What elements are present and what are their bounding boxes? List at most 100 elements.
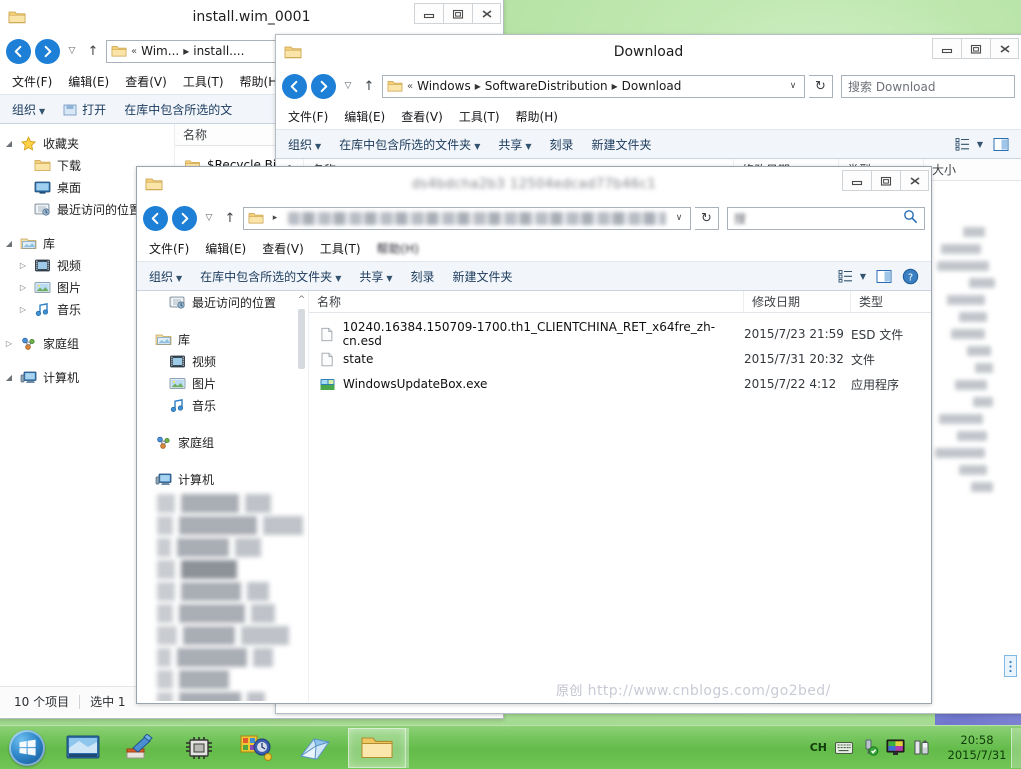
maximize-icon[interactable] [871,170,900,191]
window2-search-input[interactable]: 搜索 Download [841,74,1015,98]
taskbar-item-notes[interactable] [286,728,344,768]
maximize-icon[interactable] [961,38,990,59]
refresh-button[interactable]: ↻ [695,206,719,230]
forward-button[interactable] [311,73,336,99]
nav-item-0[interactable]: 最近访问的位置 [137,291,308,313]
nav-item-blurred[interactable] [157,648,308,667]
recent-locations-icon[interactable]: ▽ [201,207,217,229]
preview-pane-icon[interactable] [876,269,892,284]
twisty-icon[interactable]: ◢ [4,139,14,148]
taskbar[interactable]: CH 20:58 2015/7/31 [0,725,1021,769]
up-button[interactable]: ↑ [84,40,102,62]
window3-column-header[interactable]: 名称 修改日期 类型 [309,291,931,313]
window3-nav-pane[interactable]: 最近访问的位置库视频 图片 音乐 家庭组 计算机 ^ [137,291,309,701]
table-row[interactable]: 10240.16384.150709-1700.th1_CLIENTCHINA_… [309,320,931,348]
share-button[interactable]: 共享 ▼ [498,136,531,153]
nav-item-1[interactable]: 库 [137,328,308,350]
refresh-button[interactable]: ↻ [809,74,833,98]
address-dropdown-icon[interactable]: ∨ [786,81,800,91]
nav-item-0[interactable]: ◢ 收藏夹 [0,132,174,154]
taskbar-clock[interactable]: 20:58 2015/7/31 [937,733,1011,763]
window3-menubar[interactable]: 文件(F) 编辑(E) 查看(V) 工具(T) 帮助(H) [137,235,931,261]
tray-ime[interactable]: CH [810,741,827,754]
help-icon[interactable]: ? [902,268,919,285]
nav-item-4[interactable]: 音乐 [137,394,308,416]
nav-item-blurred[interactable] [157,626,308,645]
keyboard-icon[interactable] [834,739,853,756]
view-options-button[interactable]: ▼ [955,137,983,151]
show-desktop-button[interactable] [1011,727,1021,768]
menu-help[interactable]: 帮助(H) [377,240,419,257]
menu-edit[interactable]: 编辑(E) [205,240,246,257]
taskbar-item-explorer[interactable] [348,727,406,768]
file-name-cell[interactable]: 10240.16384.150709-1700.th1_CLIENTCHINA_… [309,320,744,348]
nav-item-2[interactable]: 视频 [137,350,308,372]
table-row[interactable]: WindowsUpdateBox.exe 2015/7/22 4:12 应用程序 [309,373,931,395]
window3-navbar[interactable]: ▽ ↑ ▸ ∨ ↻ 搜 [137,201,931,235]
window2-titlebar[interactable]: Download [276,35,1021,69]
window3-commandbar[interactable]: 组织 ▼ 在库中包含所选的文件夹 ▼ 共享 ▼ 刻录 新建文件夹 ▼ ? [137,261,931,291]
file-name-cell[interactable]: WindowsUpdateBox.exe [309,377,744,392]
menu-tools[interactable]: 工具(T) [183,73,224,90]
search-icon[interactable] [903,209,918,227]
column-type[interactable]: 类型 [851,291,931,312]
twisty-icon[interactable]: ▷ [18,283,28,292]
minimize-icon[interactable] [842,170,871,191]
nav-item-blurred[interactable] [157,692,308,701]
organize-button[interactable]: 组织 ▼ [288,136,321,153]
window3-search-input[interactable]: 搜 [727,206,925,230]
recent-locations-icon[interactable]: ▽ [340,75,356,97]
system-tray[interactable]: CH [810,728,937,768]
battery-icon[interactable] [912,739,931,756]
twisty-icon[interactable]: ▷ [18,261,28,270]
breadcrumb-overflow[interactable]: ▸ [268,213,282,223]
menu-help[interactable]: 帮助(H) [516,108,558,125]
forward-button[interactable] [35,38,60,64]
nav-item-3[interactable]: 图片 [137,372,308,394]
window3-file-pane[interactable]: 名称 修改日期 类型 10240.16384.150709-1700.th1_C… [309,291,931,701]
nav-item-6[interactable]: 计算机 [137,468,308,490]
breadcrumb-item-0[interactable]: Windows [417,79,471,93]
file-name-cell[interactable]: state [309,352,744,367]
table-row[interactable]: state 2015/7/31 20:32 文件 [309,348,931,370]
menu-edit[interactable]: 编辑(E) [344,108,385,125]
window3-address-text-blurred[interactable] [288,211,666,225]
close-icon[interactable] [900,170,929,191]
minimize-icon[interactable] [932,38,961,59]
nav-item-blurred[interactable] [157,604,308,623]
burn-button[interactable]: 刻录 [411,268,435,285]
usb-safe-remove-icon[interactable] [860,739,879,756]
breadcrumb-overflow[interactable]: « [131,46,137,57]
up-button[interactable]: ↑ [221,207,239,229]
nav-scrollbar-thumb[interactable] [298,309,305,369]
window2-controls[interactable] [932,38,1019,59]
taskbar-item-tool[interactable] [112,728,170,768]
taskbar-item-chip[interactable] [170,728,228,768]
nav-item-blurred[interactable] [157,494,308,513]
window1-titlebar[interactable]: install.wim_0001 [0,0,503,34]
window1-controls[interactable] [414,3,501,24]
color-display-icon[interactable] [886,739,905,756]
organize-button[interactable]: 组织 ▼ [12,101,45,118]
maximize-icon[interactable] [443,3,472,24]
menu-tools[interactable]: 工具(T) [459,108,500,125]
twisty-icon[interactable]: ▷ [4,339,14,348]
nav-item-5[interactable]: 家庭组 [137,431,308,453]
close-icon[interactable] [472,3,501,24]
organize-button[interactable]: 组织 ▼ [149,268,182,285]
menu-view[interactable]: 查看(V) [262,240,304,257]
window2-address-bar[interactable]: « Windows ▸ SoftwareDistribution ▸ Downl… [382,74,805,98]
back-button[interactable] [6,38,31,64]
up-button[interactable]: ↑ [360,75,378,97]
window3-titlebar[interactable]: ds4bdcha2b3 12504edcad77b46c1 [137,167,931,201]
window2-commandbar[interactable]: 组织 ▼ 在库中包含所选的文件夹 ▼ 共享 ▼ 刻录 新建文件夹 ▼ [276,129,1021,159]
preview-pane-icon[interactable] [993,137,1009,152]
menu-edit[interactable]: 编辑(E) [68,73,109,90]
menu-view[interactable]: 查看(V) [125,73,167,90]
window2-menubar[interactable]: 文件(F) 编辑(E) 查看(V) 工具(T) 帮助(H) [276,103,1021,129]
menu-file[interactable]: 文件(F) [12,73,52,90]
recent-locations-icon[interactable]: ▽ [64,40,80,62]
scrollbar-thumb[interactable] [1004,655,1017,677]
taskbar-item-game[interactable] [228,728,286,768]
nav-item-blurred[interactable] [157,516,308,535]
